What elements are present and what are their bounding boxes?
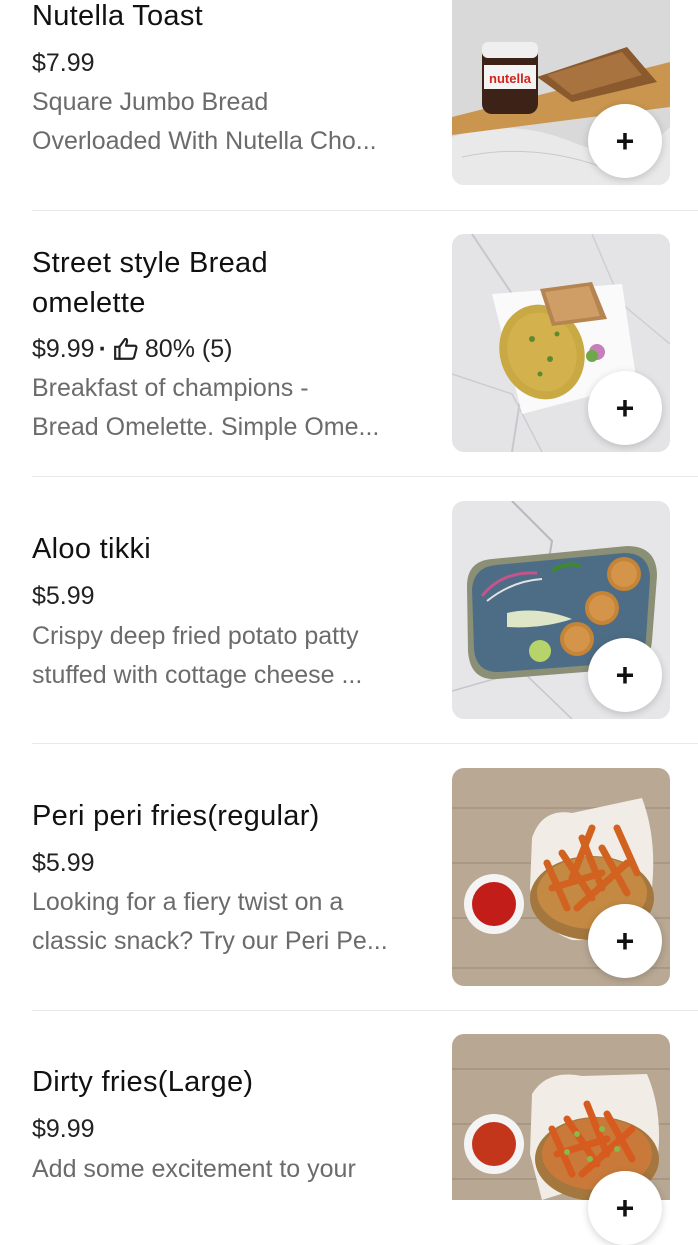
item-title: Peri peri fries(regular): [32, 800, 320, 832]
plus-icon: +: [615, 1190, 635, 1226]
item-title: Nutella Toast: [32, 0, 204, 32]
item-description: Breakfast of champions - Bread Omelette.…: [32, 374, 380, 441]
item-description: Looking for a fiery twist on a classic s…: [32, 888, 388, 955]
item-title: Dirty fries(Large): [32, 1066, 254, 1098]
item-price: $9.99: [32, 1115, 95, 1143]
plus-icon: +: [615, 657, 635, 693]
add-button[interactable]: +: [588, 638, 662, 712]
plus-icon: +: [615, 123, 635, 159]
item-price: $5.99: [32, 582, 95, 610]
item-divider: [32, 743, 698, 744]
nutella-jar-label: nutella: [489, 71, 532, 86]
item-price: $5.99: [32, 849, 95, 877]
item-divider: [32, 476, 698, 477]
item-description: Add some excitement to your: [32, 1155, 356, 1183]
item-divider: [32, 1010, 698, 1011]
item-title: Street style Bread omelette: [32, 247, 268, 319]
plus-icon: +: [615, 923, 635, 959]
item-price: $9.99: [32, 335, 95, 363]
add-button[interactable]: +: [588, 904, 662, 978]
thumbs-up-icon: [113, 337, 138, 360]
add-button[interactable]: +: [588, 104, 662, 178]
item-price-row: $9.99 · 80% (5): [32, 332, 232, 366]
add-button[interactable]: +: [588, 1171, 662, 1245]
item-description: Square Jumbo Bread Overloaded With Nutel…: [32, 88, 377, 155]
item-price: $7.99: [32, 49, 95, 77]
item-title: Aloo tikki: [32, 533, 152, 565]
separator-dot: ·: [98, 335, 107, 363]
rating-text: 80% (5): [144, 335, 233, 363]
item-description: Crispy deep fried potato patty stuffed w…: [32, 622, 363, 689]
item-divider: [32, 210, 698, 211]
plus-icon: +: [615, 390, 635, 426]
add-button[interactable]: +: [588, 371, 662, 445]
